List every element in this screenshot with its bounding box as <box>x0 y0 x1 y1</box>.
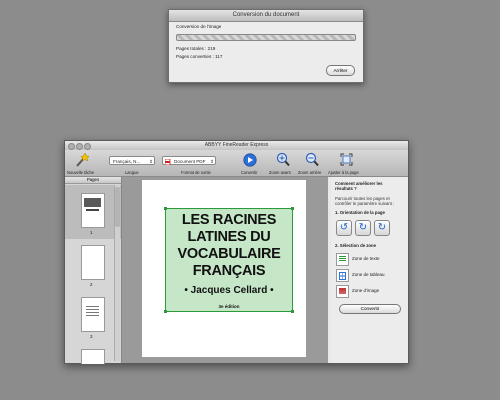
cover-title-line-1: LES RACINES <box>181 212 277 228</box>
language-value: Français, N... <box>113 159 141 164</box>
output-format-select[interactable]: Document PDF ⇕ <box>162 156 216 165</box>
image-zone-label: Zone d'image <box>352 288 380 293</box>
magic-wand-icon[interactable] <box>75 152 89 168</box>
text-zone-icon <box>336 253 349 266</box>
page-thumbnail-4[interactable] <box>81 349 105 364</box>
cover-edition: 3e édition <box>218 304 240 309</box>
text-zone-label: Zone de texte <box>352 256 380 261</box>
page-number-1: 1 <box>90 230 93 235</box>
zone-handle[interactable] <box>164 310 167 313</box>
cover-author: • Jacques Cellard • <box>184 285 274 296</box>
pages-panel: Pages 1 2 3 <box>65 177 122 364</box>
task-panel: Comment améliorer les résultats ? Parcou… <box>331 177 408 363</box>
step-zone-selection: 2. Sélection de zone <box>335 243 377 248</box>
chevron-down-icon: ⇕ <box>149 159 153 164</box>
rotate-180-button[interactable]: ↻ <box>374 220 390 236</box>
convert-play-icon[interactable] <box>243 153 257 167</box>
converted-pages: Pages converties : 117 <box>176 54 223 59</box>
zoom-in-label: Zoom avant <box>269 170 291 175</box>
zone-handle[interactable] <box>164 207 167 210</box>
conversion-progress-dialog: Conversion du document Conversion de l'i… <box>168 9 364 83</box>
cover-title-line-3: VOCABULAIRE <box>177 246 281 262</box>
output-format-label: Format de sortie <box>181 170 211 175</box>
page-thumbnail-1[interactable] <box>81 193 105 228</box>
cover-title-line-2: LATINES DU <box>187 229 271 245</box>
pages-header: Pages <box>65 177 121 184</box>
conversion-status: Conversion de l'image <box>176 24 222 29</box>
zone-handle[interactable] <box>291 310 294 313</box>
chevron-down-icon: ⇕ <box>210 159 214 164</box>
fit-page-label: Ajuster à la page <box>328 170 359 175</box>
progress-bar <box>176 34 356 41</box>
rotate-right-button[interactable]: ↻ <box>355 220 371 236</box>
stop-button[interactable]: Arrêter <box>326 65 355 76</box>
thumbnail-title-block <box>84 198 101 207</box>
zoom-out-icon[interactable] <box>305 152 319 167</box>
dialog-title: Conversion du document <box>169 10 363 22</box>
table-zone-icon <box>336 269 349 282</box>
pages-scrollbar-thumb[interactable] <box>115 187 120 227</box>
table-zone-label: Zone de tableau <box>352 272 385 277</box>
close-window-button[interactable] <box>68 143 75 150</box>
minimize-window-button[interactable] <box>76 143 83 150</box>
convert-button[interactable]: Convertir <box>339 304 401 314</box>
zoom-in-icon[interactable] <box>276 152 290 167</box>
step-orientation: 1. Orientation de la page <box>335 210 385 215</box>
task-heading-line-2: résultats ? <box>335 186 357 191</box>
cover-title-line-4: FRANÇAIS <box>192 263 266 279</box>
window-titlebar: ABBYY FineReader Express <box>65 141 408 150</box>
fit-page-icon[interactable] <box>340 153 353 166</box>
pages-scrollbar[interactable] <box>114 185 120 361</box>
recognition-zone[interactable]: LES RACINES LATINES DU VOCABULAIRE FRANÇ… <box>164 207 294 313</box>
page-number-2: 2 <box>90 282 93 287</box>
task-intro-line-2: contrôler le paramètre suivant : <box>335 201 395 206</box>
toolbar: Nouvelle tâche Français, N... ⇕ Langue D… <box>65 150 408 177</box>
language-select[interactable]: Français, N... ⇕ <box>109 156 155 165</box>
new-task-label: Nouvelle tâche <box>67 170 95 175</box>
window-title: ABBYY FineReader Express <box>204 142 269 148</box>
zoom-window-button[interactable] <box>84 143 91 150</box>
zoom-out-label: Zoom arrière <box>298 170 322 175</box>
main-window: ABBYY FineReader Express Nouvelle tâche … <box>64 140 409 364</box>
rotate-right-icon: ↻ <box>358 222 368 233</box>
convert-label: Convertir <box>241 170 258 175</box>
rotate-left-icon: ↺ <box>339 222 349 233</box>
output-format-value: Document PDF <box>174 159 206 164</box>
pdf-icon <box>165 158 171 165</box>
thumbnail-author-line <box>86 209 99 211</box>
page-thumbnail-2[interactable] <box>81 245 105 280</box>
page-thumbnail-3[interactable] <box>81 297 105 332</box>
rotate-left-button[interactable]: ↺ <box>336 220 352 236</box>
zone-handle[interactable] <box>291 207 294 210</box>
image-zone-icon <box>336 285 349 298</box>
language-label: Langue <box>125 170 139 175</box>
rotate-180-icon: ↻ <box>377 222 387 233</box>
thumbnail-text-lines <box>86 306 99 318</box>
page-number-3: 3 <box>90 334 93 339</box>
total-pages: Pages totales : 219 <box>176 46 216 51</box>
